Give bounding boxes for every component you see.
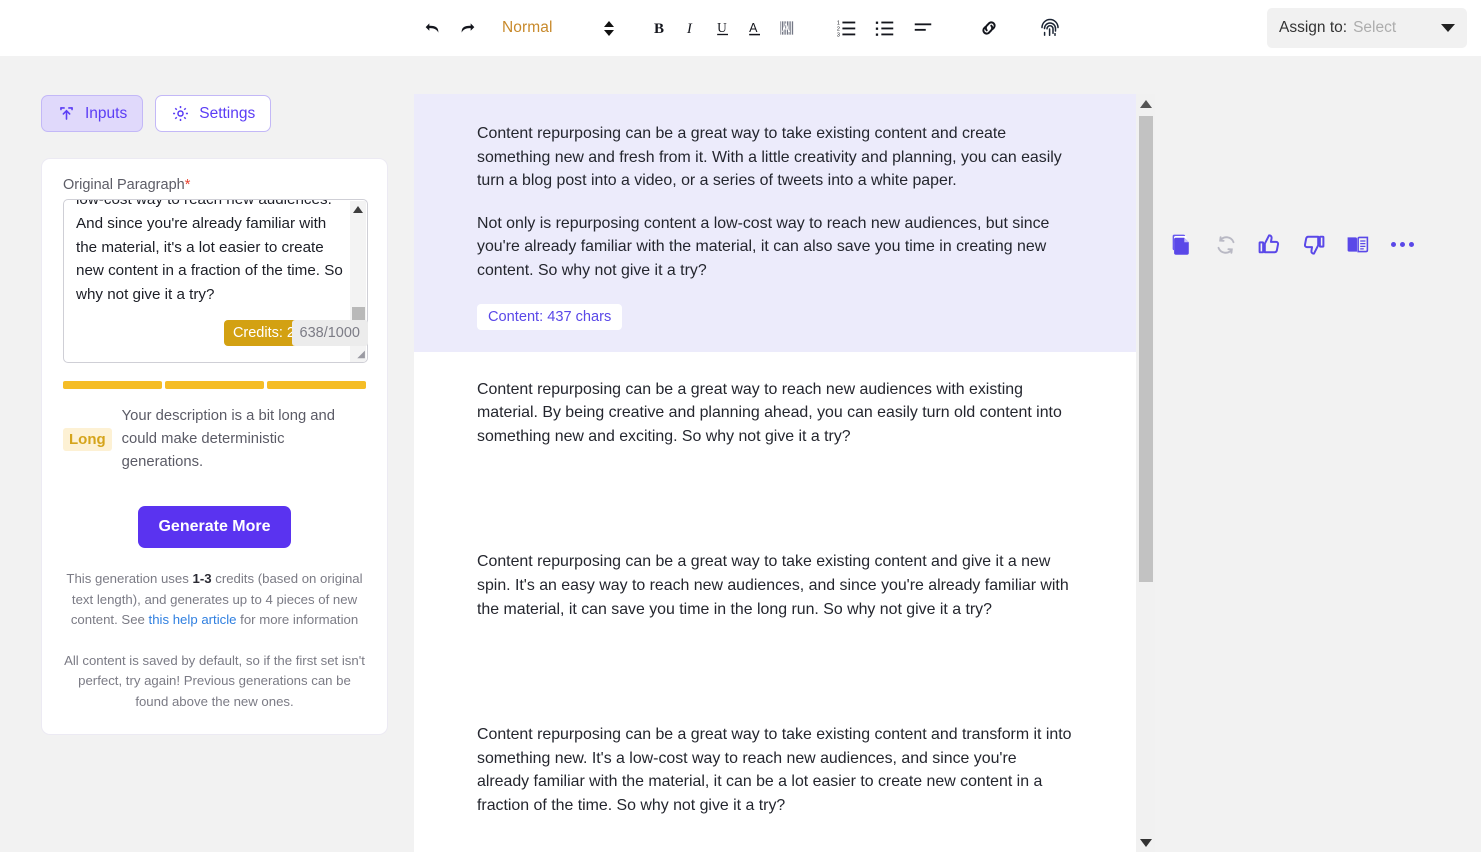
length-meter [63,381,366,389]
scroll-up-icon[interactable] [353,206,363,213]
undo-icon[interactable] [418,13,448,43]
link-icon[interactable] [974,13,1004,43]
more-icon[interactable] [1388,242,1417,247]
generate-more-button[interactable]: Generate More [138,506,290,548]
original-paragraph-label: Original Paragraph* [63,177,366,193]
meter-segment [63,381,162,389]
generated-paragraph: Content repurposing can be a great way t… [477,723,1073,817]
thumbs-down-icon[interactable] [1300,231,1327,258]
length-badge: Long [63,428,112,451]
content-chars-chip: Content: 437 chars [477,304,622,330]
block-gap [414,448,1136,524]
required-asterisk: * [185,177,191,193]
refresh-icon[interactable] [1212,231,1239,258]
editor-toolbar: Normal B I U A A 1 2 3 [0,0,1481,56]
text-color-icon[interactable]: A [740,13,770,43]
meter-segment [165,381,264,389]
highlighted-source-block[interactable]: Content repurposing can be a great way t… [414,94,1136,352]
upload-icon [57,104,76,123]
bullet-list-icon[interactable] [870,13,900,43]
history-group [418,13,482,43]
original-paragraph-value: low-cost way to reach new audiences. And… [76,199,347,307]
format-group: B I U A A [644,13,802,43]
source-paragraph: Not only is repurposing content a low-co… [477,212,1073,283]
svg-text:I: I [685,21,692,37]
svg-text:A: A [782,22,790,35]
saved-content-note: All content is saved by default, so if t… [63,651,366,713]
ordered-list-icon[interactable]: 1 2 3 [832,13,862,43]
tab-settings-label: Settings [199,105,255,123]
stepper-icon[interactable] [600,15,618,41]
paragraph-style-value: Normal [502,19,553,37]
list-group: 1 2 3 [832,13,938,43]
highlight-icon[interactable]: A [772,13,802,43]
italic-icon[interactable]: I [676,13,706,43]
result-actions [1168,231,1417,258]
redo-icon[interactable] [452,13,482,43]
generated-result-block[interactable]: Content repurposing can be a great way t… [414,352,1136,449]
help-article-link[interactable]: this help article [149,612,237,627]
align-icon[interactable] [908,13,938,43]
meter-segment [267,381,366,389]
bold-icon[interactable]: B [644,13,674,43]
svg-text:B: B [654,21,664,37]
svg-text:U: U [717,20,727,35]
generate-section: Generate More [63,506,366,548]
assign-to-value: Select [1353,19,1396,37]
fingerprint-icon[interactable] [1035,13,1065,43]
generated-paragraph: Content repurposing can be a great way t… [477,550,1073,621]
thumbs-up-icon[interactable] [1256,231,1283,258]
character-count-badge: 638/1000 [292,320,368,346]
document-canvas[interactable]: Content repurposing can be a great way t… [414,94,1136,852]
document-scrollbar-thumb[interactable] [1139,116,1153,582]
credits-note-part1: This generation uses [66,571,192,586]
page-body: Inputs Settings Original Paragraph* low-… [0,56,1481,852]
field-label-text: Original Paragraph [63,177,185,193]
credits-note-part3: for more information [237,612,359,627]
book-icon[interactable] [1344,231,1371,258]
generated-result-block[interactable]: Content repurposing can be a great way t… [414,524,1136,621]
resize-grip-icon[interactable]: ◢ [357,349,365,360]
paragraph-style-dropdown[interactable]: Normal [502,19,553,37]
panel-tabs: Inputs Settings [41,95,271,132]
chevron-down-icon [1441,24,1455,32]
tab-settings[interactable]: Settings [155,95,271,132]
scroll-up-icon[interactable] [1140,100,1152,108]
tab-inputs-label: Inputs [85,105,127,123]
assign-to-label: Assign to: [1279,19,1347,37]
length-hint-text: Your description is a bit long and could… [122,405,366,474]
credits-note: This generation uses 1-3 credits (based … [63,569,366,631]
length-hint: Long Your description is a bit long and … [63,405,366,474]
tab-inputs[interactable]: Inputs [41,95,143,132]
assign-to-dropdown[interactable]: Assign to: Select [1267,8,1467,48]
document-scrollbar[interactable] [1136,94,1155,852]
generated-paragraph: Content repurposing can be a great way t… [477,378,1073,449]
source-paragraph: Content repurposing can be a great way t… [477,122,1073,193]
generated-result-block[interactable]: Content repurposing can be a great way t… [414,697,1136,817]
underline-icon[interactable]: U [708,13,738,43]
block-gap [414,621,1136,697]
credits-note-amount: 1-3 [193,571,212,586]
original-paragraph-field: low-cost way to reach new audiences. And… [63,199,366,363]
scroll-down-icon[interactable] [1140,839,1152,847]
gear-icon [171,104,190,123]
copy-icon[interactable] [1168,231,1195,258]
inputs-card: Original Paragraph* low-cost way to reac… [41,158,388,735]
svg-text:A: A [749,21,758,35]
svg-text:3: 3 [836,32,839,38]
